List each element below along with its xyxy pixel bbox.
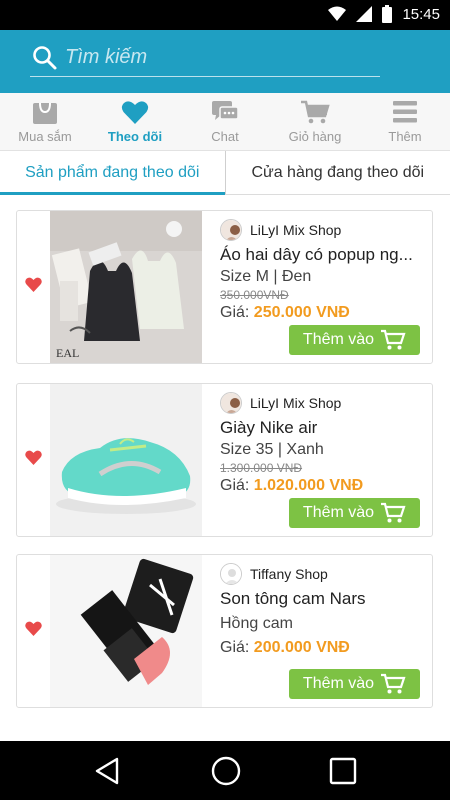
nav-label: Theo dõi [107,129,163,144]
nav-label: Thêm [388,129,422,144]
wifi-icon [328,6,347,21]
heart-icon[interactable] [25,450,42,470]
shop-name: LiLyI Mix Shop [250,395,342,411]
product-info: Tiffany Shop Son tông cam Nars Hồng cam … [220,561,424,657]
nav-item-chat[interactable]: Chat [180,93,270,150]
cart-icon [381,673,406,694]
shop-avatar [220,392,242,414]
svg-text:EAL: EAL [56,346,79,360]
search-input[interactable]: Tìm kiếm [30,41,380,77]
cart-icon [381,502,406,523]
shop-row[interactable]: LiLyI Mix Shop [220,390,424,416]
price-label: Giá: [220,304,250,321]
shopping-bag-icon [31,98,59,126]
product-name[interactable]: Áo hai dây có popup ng... [220,245,424,265]
app-header: Tìm kiếm [0,30,450,93]
status-bar: 15:45 [0,0,450,30]
shop-name: LiLyI Mix Shop [250,222,342,238]
signal-icon [356,6,373,22]
price-label: Giá: [220,477,250,494]
shop-avatar [220,563,242,585]
nav-label: Mua sắm [18,129,72,144]
shop-avatar [220,219,242,241]
product-image[interactable] [50,555,202,707]
tab-followed-products[interactable]: Sản phẩm đang theo dõi [0,151,225,195]
product-image[interactable]: EAL [50,211,202,363]
add-to-cart-button[interactable]: Thêm vào [289,325,420,355]
price-label: Giá: [220,639,250,656]
product-name[interactable]: Giày Nike air [220,418,424,438]
product-variant: Hồng cam [220,615,293,632]
shop-name: Tiffany Shop [250,566,328,582]
product-old-price: 1.300.000 VNĐ [220,461,303,475]
product-price: 250.000 VNĐ [253,304,350,321]
product-price-row: Giá: 250.000 VNĐ [220,304,424,322]
add-to-cart-label: Thêm vào [302,331,375,348]
nav-item-more[interactable]: Thêm [360,93,450,150]
product-list: EAL LiLyI Mix Shop Áo hai dây có popup n… [0,195,450,741]
home-icon[interactable] [210,755,242,787]
product-price: 200.000 VNĐ [253,639,350,656]
product-price-row: Giá: 200.000 VNĐ [220,639,424,657]
recents-icon[interactable] [329,757,357,785]
add-to-cart-label: Thêm vào [302,504,375,521]
cart-icon [300,98,330,126]
add-to-cart-button[interactable]: Thêm vào [289,669,420,699]
shop-row[interactable]: Tiffany Shop [220,561,424,587]
product-price: 1.020.000 VNĐ [253,477,364,494]
nav-label: Chat [211,129,239,144]
heart-icon[interactable] [25,277,42,297]
product-info: LiLyI Mix Shop Giày Nike air Size 35 | X… [220,390,424,495]
nav-label: Giỏ hàng [288,129,342,144]
product-old-price: 350.000VNĐ [220,288,289,302]
product-name[interactable]: Son tông cam Nars [220,589,424,609]
back-icon[interactable] [93,756,123,786]
battery-icon [382,5,393,23]
product-card[interactable]: Tiffany Shop Son tông cam Nars Hồng cam … [16,554,433,708]
system-nav-bar [0,741,450,800]
heart-icon [121,98,149,126]
shop-row[interactable]: LiLyI Mix Shop [220,217,424,243]
clock: 15:45 [402,5,440,23]
add-to-cart-button[interactable]: Thêm vào [289,498,420,528]
product-variant: Size 35 | Xanh [220,441,324,458]
cart-icon [381,329,406,350]
product-price-row: Giá: 1.020.000 VNĐ [220,477,424,495]
main-nav: Mua sắm Theo dõi Chat Giỏ hàng Thêm [0,93,450,151]
follow-tabs: Sản phẩm đang theo dõi Cửa hàng đang the… [0,151,450,195]
search-placeholder: Tìm kiếm [65,46,148,68]
search-icon[interactable] [32,45,58,76]
heart-icon[interactable] [25,621,42,641]
nav-item-following[interactable]: Theo dõi [90,93,180,150]
chat-icon [211,98,239,126]
add-to-cart-label: Thêm vào [302,675,375,692]
product-info: LiLyI Mix Shop Áo hai dây có popup ng...… [220,217,424,322]
product-image[interactable] [50,384,202,536]
tab-followed-shops[interactable]: Cửa hàng đang theo dõi [226,151,450,194]
nav-item-cart[interactable]: Giỏ hàng [270,93,360,150]
nav-item-shopping[interactable]: Mua sắm [0,93,90,150]
product-card[interactable]: LiLyI Mix Shop Giày Nike air Size 35 | X… [16,383,433,537]
product-card[interactable]: EAL LiLyI Mix Shop Áo hai dây có popup n… [16,210,433,364]
product-variant: Size M | Đen [220,268,312,285]
menu-icon [392,98,418,126]
